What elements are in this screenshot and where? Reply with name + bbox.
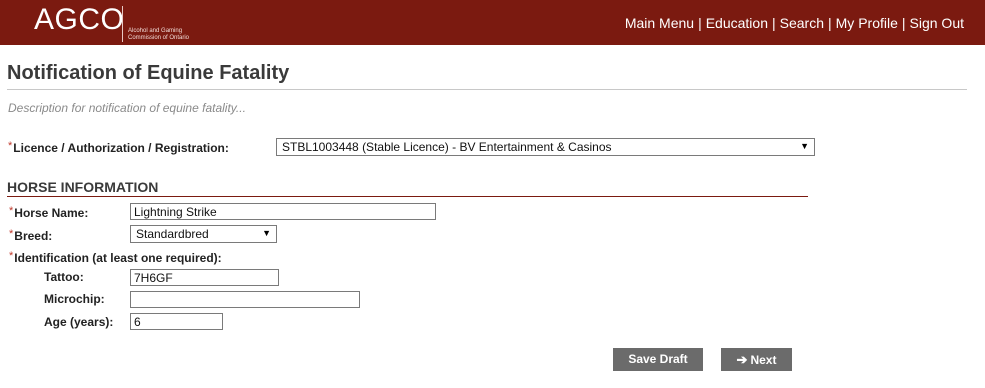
microchip-label: Microchip: [44,292,105,306]
required-marker: * [9,250,14,262]
nav-search[interactable]: Search [780,15,824,31]
breed-select[interactable]: Standardbred ▼ [130,225,277,243]
required-marker: * [9,228,14,240]
chevron-down-icon: ▼ [262,228,271,238]
licence-selected-value: STBL1003448 (Stable Licence) - BV Entert… [282,140,612,154]
age-label: Age (years): [44,315,114,329]
tattoo-input[interactable]: 7H6GF [130,269,279,286]
identification-label: Identification (at least one required): [14,251,222,265]
nav-separator: | [698,15,702,31]
identification-label-row: *Identification (at least one required): [9,249,222,267]
page-description: Description for notification of equine f… [8,101,246,115]
nav-my-profile[interactable]: My Profile [836,15,898,31]
tattoo-label: Tattoo: [44,270,84,284]
age-input[interactable]: 6 [130,313,223,330]
required-marker: * [8,140,13,152]
nav-separator: | [828,15,832,31]
licence-select[interactable]: STBL1003448 (Stable Licence) - BV Entert… [276,138,815,156]
title-divider [7,89,967,90]
horse-name-input[interactable]: Lightning Strike [130,203,436,220]
arrow-right-icon: ➔ [736,352,748,367]
horse-name-label-row: *Horse Name: [9,204,88,222]
breed-label: Breed: [14,229,53,243]
microchip-input[interactable] [130,291,360,308]
nav-separator: | [901,15,906,31]
top-navigation: Main Menu | Education | Search | My Profile | Si… [625,15,964,31]
nav-main-menu[interactable]: Main Menu [625,15,694,31]
breed-label-row: *Breed: [9,227,52,245]
logo-divider [122,6,123,42]
chevron-down-icon: ▼ [800,141,809,151]
required-marker: * [9,205,14,217]
nav-sign-out[interactable]: Sign Out [910,15,964,31]
licence-label-row: *Licence / Authorization / Registration: [8,139,229,157]
logo-text: AGCO [34,3,125,36]
section-divider [7,196,808,197]
logo-subtitle-line1: Alcohol and Gaming [128,28,183,34]
section-title-horse-information: HORSE INFORMATION [7,179,159,195]
logo-subtitle-line2: Commission of Ontario [128,35,190,41]
licence-label: Licence / Authorization / Registration: [13,141,229,155]
horse-name-label: Horse Name: [14,206,89,220]
nav-education[interactable]: Education [706,15,768,31]
app-header: AGCO Alcohol and Gaming Commission of On… [0,0,985,45]
next-button-label: Next [750,353,777,367]
nav-separator: | [772,15,776,31]
logo-subtitle: Alcohol and Gaming Commission of Ontario [128,28,208,42]
save-draft-button[interactable]: Save Draft [613,348,703,371]
page-title: Notification of Equine Fatality [7,62,290,84]
breed-selected-value: Standardbred [136,227,209,241]
next-button[interactable]: ➔ Next [721,348,792,371]
